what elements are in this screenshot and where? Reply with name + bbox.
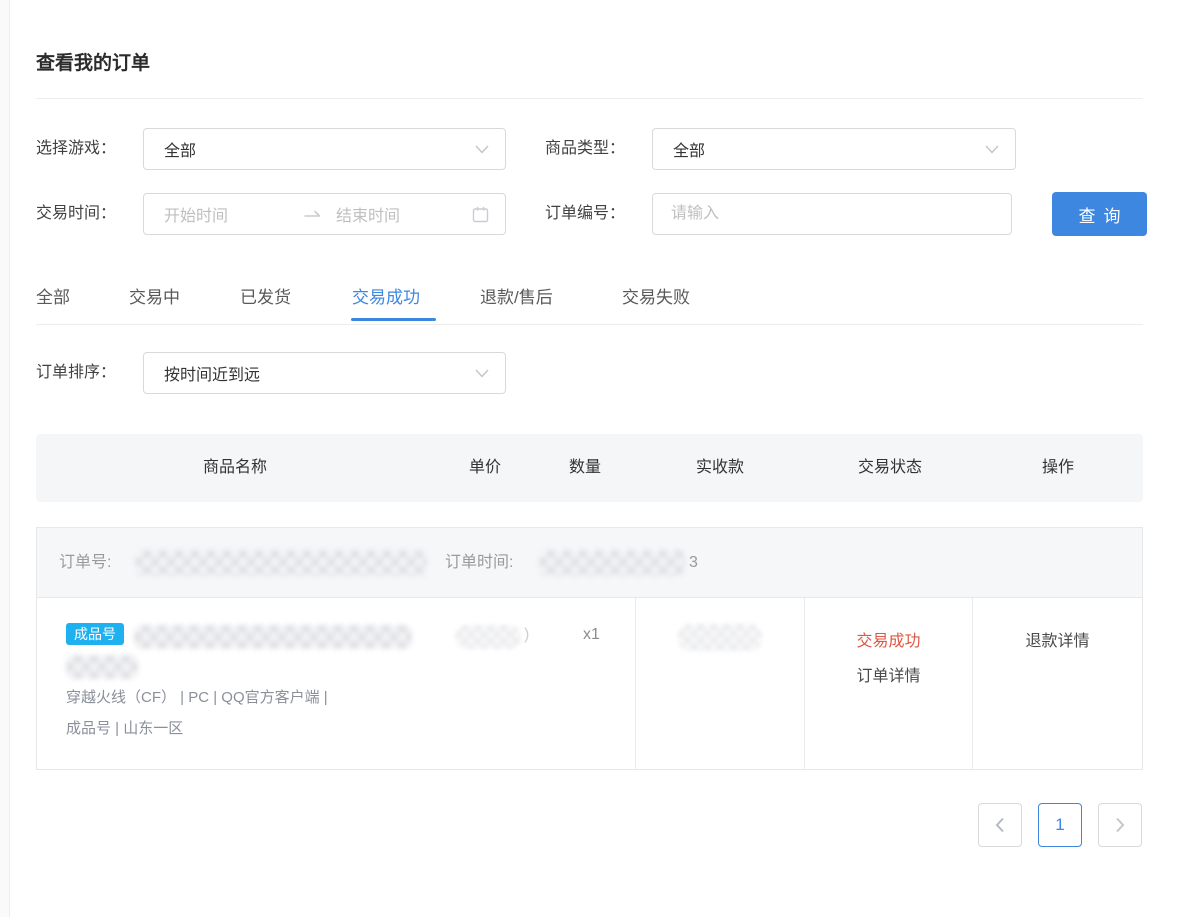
chevron-down-icon	[475, 369, 489, 378]
chevron-left-icon	[995, 817, 1005, 833]
product-attributes-line2: 成品号 | 山东一区	[66, 717, 183, 738]
col-unit-price: 单价	[469, 434, 501, 502]
pagination-prev-button[interactable]	[978, 803, 1022, 847]
item-quantity: x1	[583, 626, 600, 644]
order-detail-link[interactable]: 订单详情	[856, 662, 920, 686]
product-cell: 成品号 ) x1 穿越火线（CF） | PC | QQ官方客户端 | 成品号 |…	[37, 598, 636, 769]
order-time-redacted	[539, 550, 685, 576]
refund-detail-link[interactable]: 退款详情	[1025, 627, 1089, 651]
active-tab-underline	[351, 318, 436, 321]
col-received: 实收款	[696, 434, 744, 502]
title-divider	[36, 98, 1143, 99]
col-trade-status: 交易状态	[858, 434, 922, 502]
order-header: 订单号: 订单时间: 3	[37, 528, 1142, 598]
action-cell: 退款详情	[973, 598, 1142, 769]
product-name-redacted-line1	[134, 625, 412, 649]
col-product-name: 商品名称	[203, 434, 267, 502]
order-number-label: 订单号:	[59, 528, 111, 598]
game-select[interactable]: 全部	[143, 128, 506, 170]
game-filter-label: 选择游戏：	[36, 128, 116, 170]
order-time-suffix: 3	[689, 528, 698, 598]
pagination-page-1[interactable]: 1	[1038, 803, 1082, 847]
table-header: 商品名称 单价 数量 实收款 交易状态 操作	[36, 434, 1143, 502]
trade-status-text: 交易成功	[856, 627, 920, 651]
tab-all[interactable]: 全部	[36, 283, 70, 308]
tab-success[interactable]: 交易成功	[352, 283, 420, 308]
product-type-select-value: 全部	[673, 137, 985, 161]
sort-select-value: 按时间近到远	[164, 361, 475, 385]
page-title: 查看我的订单	[36, 48, 150, 75]
product-attributes-line1: 穿越火线（CF） | PC | QQ官方客户端 |	[66, 686, 328, 707]
tab-failed[interactable]: 交易失败	[622, 283, 690, 308]
order-no-label: 订单编号：	[545, 193, 625, 235]
product-name-redacted-line2	[66, 655, 138, 679]
sort-select[interactable]: 按时间近到远	[143, 352, 506, 394]
calendar-icon	[472, 206, 489, 223]
product-type-select[interactable]: 全部	[652, 128, 1016, 170]
sort-label: 订单排序：	[36, 352, 116, 394]
col-quantity: 数量	[569, 434, 601, 502]
product-badge: 成品号	[66, 623, 124, 645]
col-actions: 操作	[1042, 434, 1074, 502]
status-tabs: 全部 交易中 已发货 交易成功 退款/售后 交易失败	[0, 281, 1179, 325]
game-select-value: 全部	[164, 137, 475, 161]
tabs-divider	[36, 324, 1143, 325]
pagination-next-button[interactable]	[1098, 803, 1142, 847]
chevron-down-icon	[985, 145, 999, 154]
unit-price-suffix: )	[524, 626, 529, 644]
tab-trading[interactable]: 交易中	[129, 283, 180, 308]
orders-page: 查看我的订单 选择游戏： 全部 商品类型： 全部 交易时间： 开始时间 结束时间…	[0, 0, 1179, 917]
received-amount-cell	[636, 598, 805, 769]
type-filter-label: 商品类型：	[545, 128, 625, 170]
order-item-row: 成品号 ) x1 穿越火线（CF） | PC | QQ官方客户端 | 成品号 |…	[37, 598, 1142, 769]
received-amount-redacted	[678, 624, 762, 651]
tab-refund[interactable]: 退款/售后	[480, 283, 553, 308]
unit-price-redacted	[455, 625, 521, 649]
chevron-right-icon	[1115, 817, 1125, 833]
order-number-redacted	[135, 550, 427, 576]
trade-status-cell: 交易成功 订单详情	[805, 598, 973, 769]
time-filter-label: 交易时间：	[36, 193, 116, 235]
range-start-placeholder: 开始时间	[164, 202, 272, 226]
swap-right-arrow-icon	[304, 209, 322, 219]
order-time-label: 订单时间:	[445, 528, 513, 598]
search-button[interactable]: 查询	[1052, 192, 1147, 236]
tab-shipped[interactable]: 已发货	[240, 283, 291, 308]
order-no-input[interactable]	[652, 193, 1012, 235]
order-card: 订单号: 订单时间: 3 成品号 ) x1 穿越火线（CF） | PC | QQ…	[36, 527, 1143, 770]
range-end-placeholder: 结束时间	[336, 202, 472, 226]
chevron-down-icon	[475, 145, 489, 154]
date-range-picker[interactable]: 开始时间 结束时间	[143, 193, 506, 235]
